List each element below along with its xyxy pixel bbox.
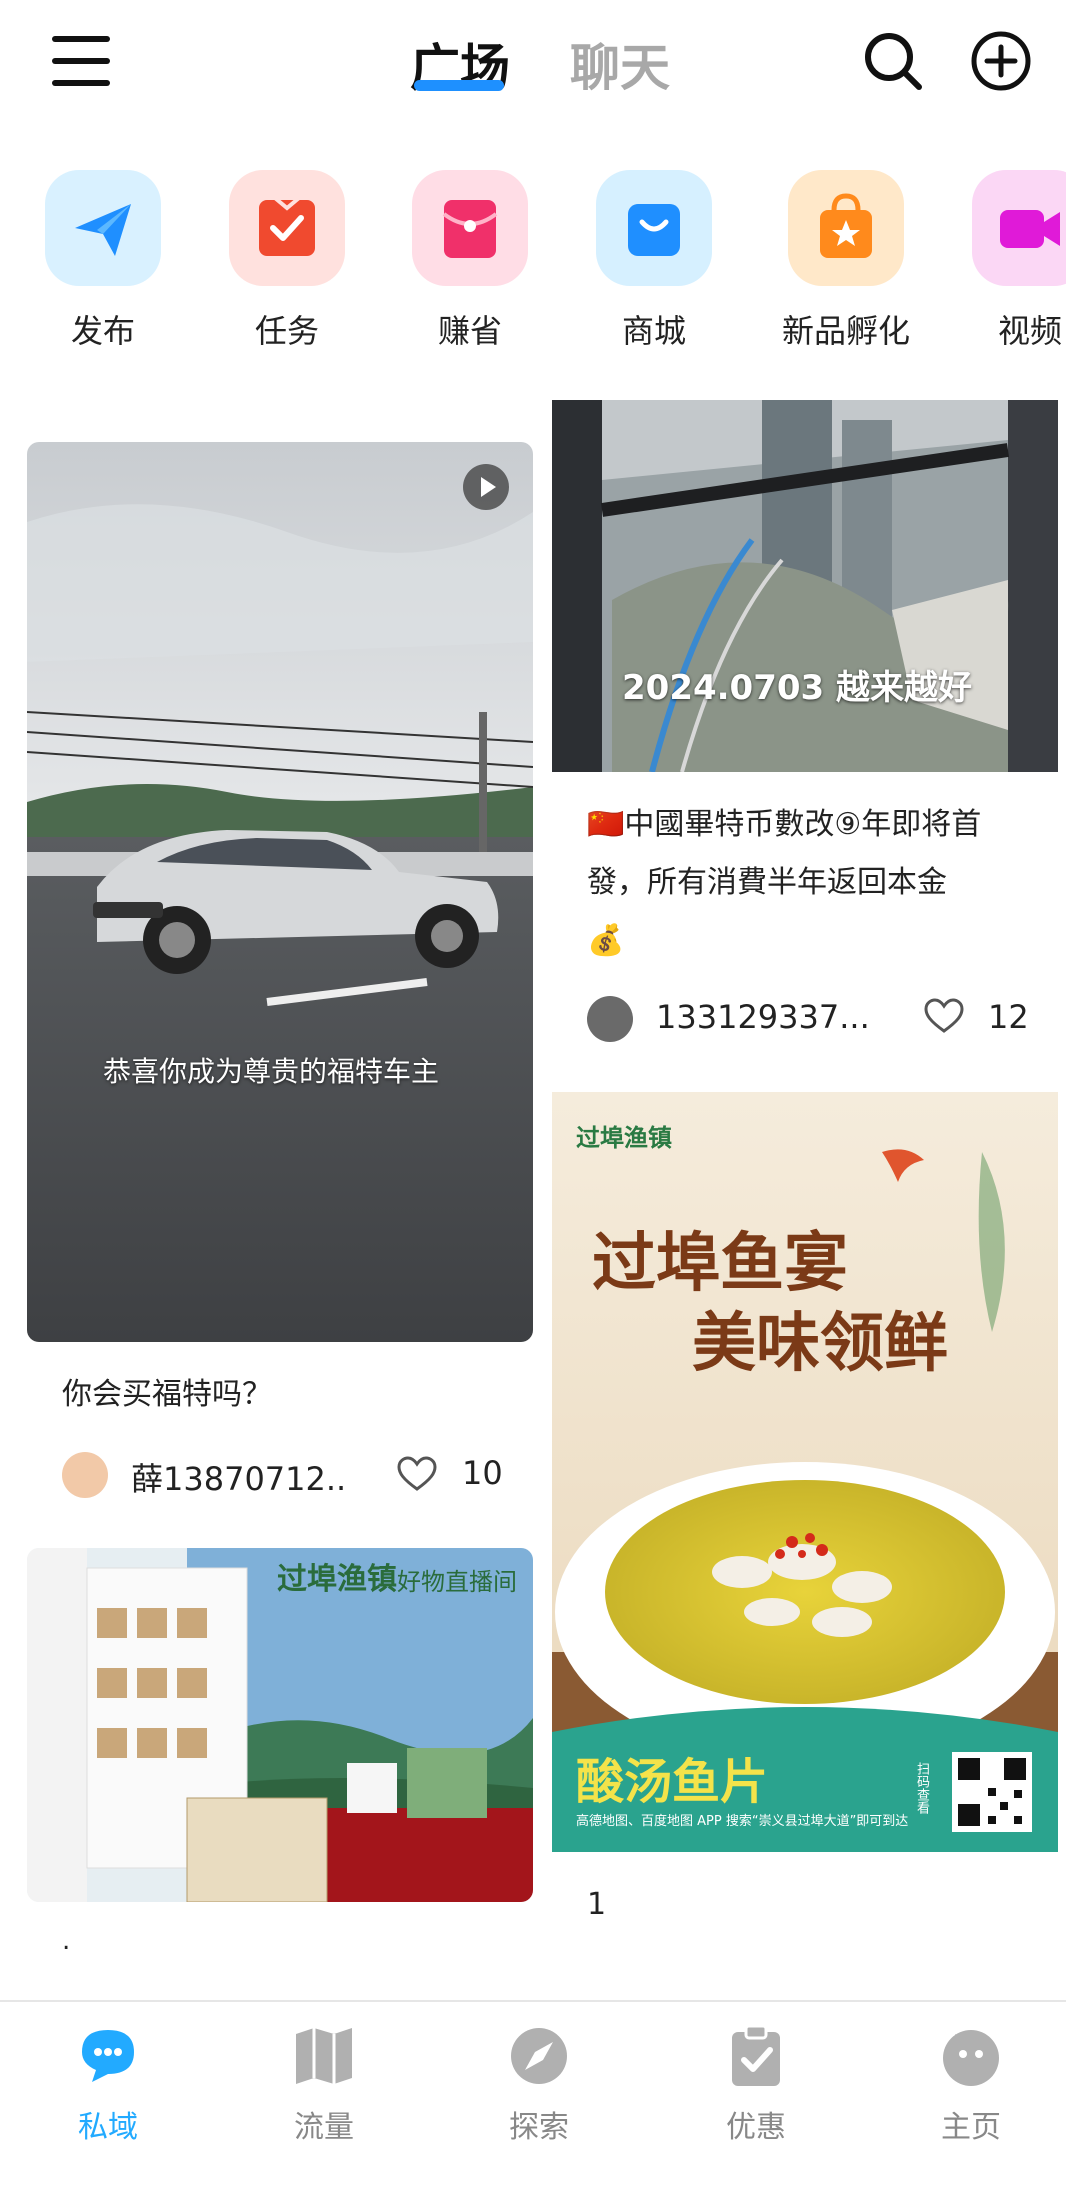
feed-card[interactable]: 过埠渔镇 好物直播间 . (27, 1548, 533, 1968)
poster-logo: 过埠渔镇 (576, 1124, 672, 1152)
nav-private-domain[interactable]: 私域 (28, 2020, 188, 2146)
video-camera-icon (972, 170, 1066, 286)
poster-qr-note: 扫码查看 (914, 1762, 929, 1814)
post-title: . (62, 1926, 71, 1956)
shortcut-label: 新品孵化 (781, 312, 910, 350)
sign-logo-text: 过埠渔镇 (277, 1562, 397, 1597)
nav-label: 优惠 (726, 2110, 786, 2145)
shortcut-row: 发布 任务 赚省 商城 新品孵化 视频 (0, 170, 1066, 360)
post-image[interactable]: 过埠渔镇 好物直播间 (27, 1548, 533, 1902)
top-bar: 广场 聊天 (0, 0, 1066, 130)
video-caption: 恭喜你成为尊贵的福特车主 (103, 1055, 440, 1088)
poster-dish-name: 酸汤鱼片 (576, 1754, 769, 1810)
shortcut-label: 赚省 (437, 312, 502, 350)
nav-discount[interactable]: 优惠 (676, 2020, 836, 2146)
red-envelope-icon (412, 170, 528, 286)
tab-chat[interactable]: 聊天 (570, 28, 670, 100)
nav-label: 流量 (294, 2110, 354, 2145)
shortcut-label: 视频 (997, 312, 1062, 350)
shortcut-task[interactable]: 任务 (197, 170, 377, 352)
active-tab-indicator (414, 80, 504, 91)
poster-headline-2: 美味领鲜 (692, 1307, 948, 1381)
video-thumbnail[interactable]: 恭喜你成为尊贵的福特车主 (27, 442, 533, 1342)
shortcut-incubation[interactable]: 新品孵化 (756, 170, 936, 352)
like-count: 12 (988, 998, 1029, 1036)
bottom-nav: 私域 流量 探索 优惠 主页 (0, 2000, 1066, 2186)
nav-explore[interactable]: 探索 (459, 2020, 619, 2146)
shopping-bag-icon (596, 170, 712, 286)
post-title: 🇨🇳中國畢特币數改⑨年即将首發，所有消費半年返回本金 💰 (587, 807, 982, 958)
shortcut-mall[interactable]: 商城 (564, 170, 744, 352)
nav-home[interactable]: 主页 (891, 2020, 1051, 2146)
poster-image[interactable]: 过埠渔镇 过埠鱼宴 美味领鲜 酸汤鱼片 高德地图、百度地图 APP 搜索“崇义县… (552, 1092, 1058, 1852)
profile-face-icon (943, 2030, 999, 2086)
image-caption: 2024.0703 越来越好 (622, 668, 973, 708)
map-icon (296, 2028, 352, 2084)
nav-label: 探索 (509, 2110, 569, 2145)
post-title: 1 (587, 1887, 607, 1922)
nav-label: 私域 (78, 2110, 138, 2145)
post-title: 你会买福特吗？ (62, 1377, 272, 1412)
paper-plane-icon (45, 170, 161, 286)
poster-footnote: 高德地图、百度地图 APP 搜索“崇义县过埠大道”即可到达 (576, 1814, 909, 1829)
clipboard-check-icon (732, 2024, 780, 2086)
task-check-icon (229, 170, 345, 286)
chat-bubble-icon (82, 2030, 134, 2082)
shortcut-label: 发布 (70, 312, 135, 350)
menu-icon[interactable] (52, 36, 110, 86)
shortcut-publish[interactable]: 发布 (13, 170, 193, 352)
avatar[interactable] (587, 996, 633, 1042)
feed-card[interactable]: 过埠渔镇 过埠鱼宴 美味领鲜 酸汤鱼片 高德地图、百度地图 APP 搜索“崇义县… (552, 1092, 1058, 1932)
search-icon[interactable] (862, 30, 924, 92)
gift-bag-icon (788, 170, 904, 286)
shortcut-label: 任务 (254, 312, 319, 350)
money-bag-emoji: 💰 (587, 923, 625, 958)
author-name[interactable]: 133129337... (656, 998, 870, 1036)
compass-icon (511, 2028, 567, 2084)
post-image[interactable]: 2024.0703 越来越好 (552, 400, 1058, 772)
feed-card[interactable]: 2024.0703 越来越好 🇨🇳中國畢特币數改⑨年即将首發，所有消費半年返回本… (552, 400, 1058, 1060)
nav-label: 主页 (941, 2110, 1001, 2145)
play-icon (463, 464, 509, 510)
author-name[interactable]: 薛13870712.. (131, 1454, 346, 1500)
china-flag-emoji: 🇨🇳 (587, 807, 625, 842)
avatar[interactable] (62, 1452, 108, 1498)
heart-icon[interactable] (924, 998, 964, 1034)
like-count: 10 (462, 1454, 503, 1492)
shortcut-earn-save[interactable]: 赚省 (380, 170, 560, 352)
nav-traffic[interactable]: 流量 (244, 2020, 404, 2146)
shortcut-video[interactable]: 视频 (940, 170, 1066, 352)
add-circle-icon[interactable] (970, 30, 1032, 92)
poster-headline-1: 过埠鱼宴 (592, 1227, 848, 1301)
heart-icon[interactable] (397, 1456, 437, 1492)
shortcut-label: 商城 (621, 312, 686, 350)
sign-subtitle: 好物直播间 (397, 1568, 517, 1596)
feed-card[interactable]: 恭喜你成为尊贵的福特车主 你会买福特吗？ 薛13870712.. 10 (27, 442, 533, 1522)
